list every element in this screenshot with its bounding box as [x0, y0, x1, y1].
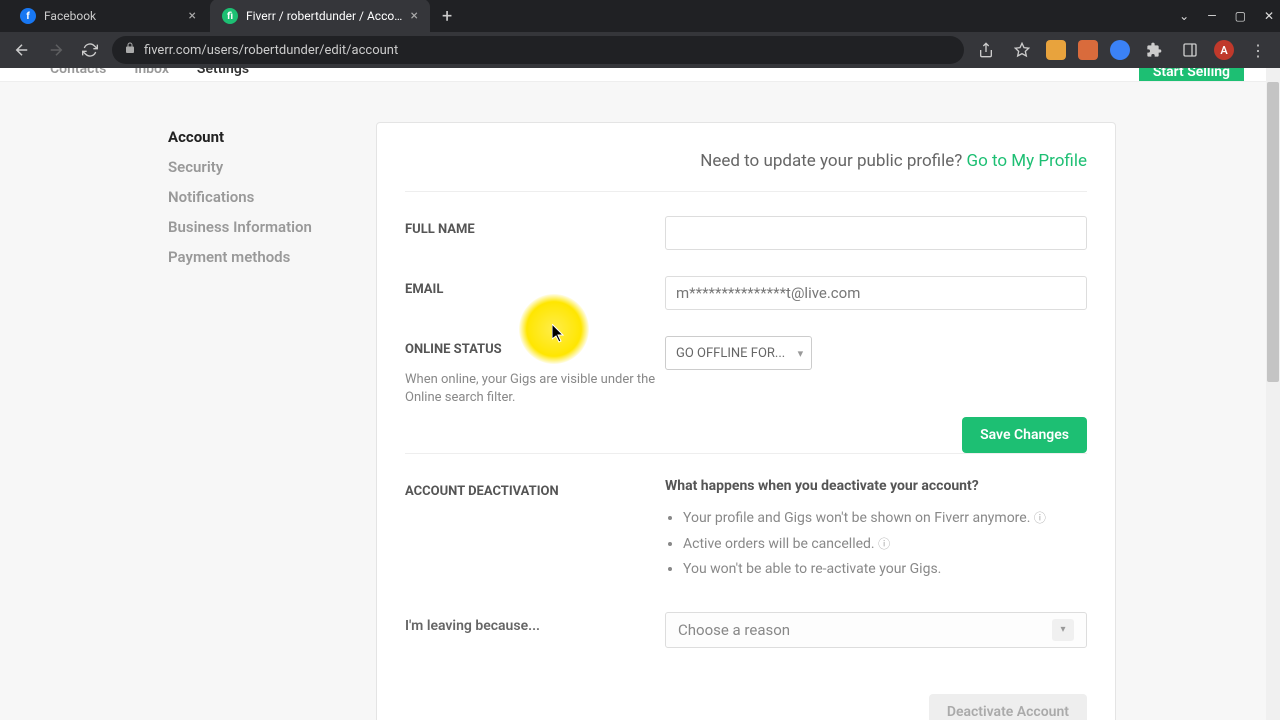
info-icon[interactable]: ⓘ — [878, 537, 890, 551]
tab-fiverr[interactable]: fi Fiverr / robertdunder / Account × — [210, 0, 430, 33]
fiverr-icon: fi — [222, 8, 238, 24]
maximize-icon[interactable]: ▢ — [1235, 9, 1246, 23]
email-input[interactable] — [665, 276, 1087, 310]
chevron-down-icon[interactable]: ⌄ — [1179, 9, 1189, 23]
profile-hint: Need to update your public profile? Go t… — [405, 151, 1087, 192]
deactivate-account-button[interactable]: Deactivate Account — [929, 694, 1087, 720]
info-icon[interactable]: ⓘ — [1034, 511, 1046, 525]
extension-icon[interactable] — [1078, 40, 1098, 60]
page-body: Contacts Inbox Settings Start Selling Ac… — [0, 68, 1280, 720]
nav-contacts[interactable]: Contacts — [50, 68, 106, 77]
list-item: Active orders will be cancelled. ⓘ — [683, 532, 1087, 557]
tab-facebook[interactable]: f Facebook × — [8, 0, 208, 33]
account-panel: Need to update your public profile? Go t… — [376, 122, 1116, 720]
start-selling-button[interactable]: Start Selling — [1139, 68, 1244, 82]
email-label: EMAIL — [405, 276, 665, 297]
tab-title: Fiverr / robertdunder / Account — [246, 9, 403, 23]
sidebar-item-business[interactable]: Business Information — [168, 212, 328, 242]
facebook-icon: f — [20, 8, 36, 24]
online-status-sub: When online, your Gigs are visible under… — [405, 371, 665, 407]
vertical-scrollbar[interactable] — [1266, 68, 1280, 720]
tab-title: Facebook — [44, 9, 181, 23]
share-icon[interactable] — [974, 38, 998, 62]
new-tab-button[interactable]: + — [432, 0, 462, 33]
sidebar-item-notifications[interactable]: Notifications — [168, 182, 328, 212]
sidebar-item-security[interactable]: Security — [168, 152, 328, 182]
url-input[interactable]: fiverr.com/users/robertdunder/edit/accou… — [112, 36, 964, 64]
address-bar: fiverr.com/users/robertdunder/edit/accou… — [0, 32, 1280, 68]
scrollbar-thumb[interactable] — [1267, 82, 1279, 382]
window-controls: ⌄ ― ▢ ✕ — [1179, 9, 1280, 23]
star-icon[interactable] — [1010, 38, 1034, 62]
url-text: fiverr.com/users/robertdunder/edit/accou… — [144, 43, 398, 58]
back-icon[interactable] — [10, 38, 34, 62]
extension-icon[interactable] — [1110, 40, 1130, 60]
reason-select[interactable]: Choose a reason — [665, 612, 1087, 648]
online-status-label: ONLINE STATUS When online, your Gigs are… — [405, 336, 665, 407]
nav-inbox[interactable]: Inbox — [134, 68, 169, 77]
deactivation-question: What happens when you deactivate your ac… — [665, 478, 1087, 494]
nav-settings[interactable]: Settings — [197, 68, 249, 77]
my-profile-link[interactable]: Go to My Profile — [967, 151, 1088, 171]
close-window-icon[interactable]: ✕ — [1264, 9, 1274, 23]
close-icon[interactable]: × — [411, 8, 418, 24]
profile-hint-text: Need to update your public profile? — [700, 151, 962, 171]
extension-icons: A ⋮ — [974, 38, 1270, 62]
reason-label: I'm leaving because... — [405, 612, 665, 634]
full-name-input[interactable] — [665, 216, 1087, 250]
site-top-nav: Contacts Inbox Settings Start Selling — [0, 68, 1280, 82]
extensions-icon[interactable] — [1142, 38, 1166, 62]
close-icon[interactable]: × — [189, 8, 196, 24]
sidebar-item-account[interactable]: Account — [168, 122, 328, 152]
online-status-select[interactable]: GO OFFLINE FOR... — [665, 336, 812, 370]
forward-icon[interactable] — [44, 38, 68, 62]
settings-sidebar: Account Security Notifications Business … — [168, 122, 328, 720]
list-item: You won't be able to re-activate your Gi… — [683, 557, 1087, 582]
save-changes-button[interactable]: Save Changes — [962, 417, 1087, 453]
sidepanel-icon[interactable] — [1178, 38, 1202, 62]
reload-icon[interactable] — [78, 38, 102, 62]
full-name-label: FULL NAME — [405, 216, 665, 237]
minimize-icon[interactable]: ― — [1207, 9, 1216, 23]
profile-avatar[interactable]: A — [1214, 40, 1234, 60]
list-item: Your profile and Gigs won't be shown on … — [683, 506, 1087, 531]
extension-icon[interactable] — [1046, 40, 1066, 60]
deactivation-list: Your profile and Gigs won't be shown on … — [665, 506, 1087, 582]
divider — [405, 453, 1087, 454]
browser-tabbar: f Facebook × fi Fiverr / robertdunder / … — [0, 0, 1280, 32]
lock-icon — [124, 42, 136, 58]
menu-icon[interactable]: ⋮ — [1246, 38, 1270, 62]
sidebar-item-payment[interactable]: Payment methods — [168, 242, 328, 272]
deactivation-label: ACCOUNT DEACTIVATION — [405, 478, 665, 499]
